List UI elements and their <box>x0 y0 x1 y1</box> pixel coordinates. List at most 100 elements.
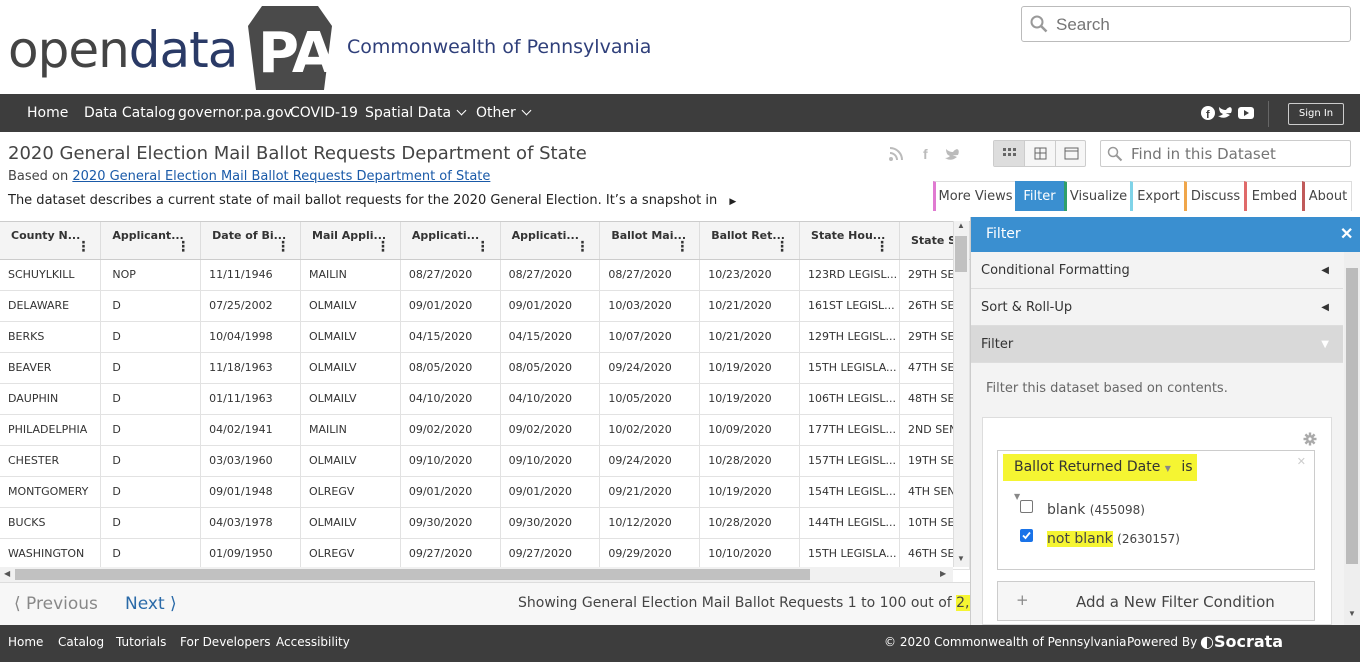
grid-view-icon[interactable] <box>994 141 1025 166</box>
column-header[interactable]: Date of Bi... ⋮ <box>200 222 301 260</box>
footer-tutorials[interactable]: Tutorials <box>116 635 166 649</box>
table-cell: 10/19/2020 <box>699 383 801 415</box>
section-conditional-formatting[interactable]: Conditional Formatting ◀ <box>971 252 1343 289</box>
nav-data-catalog[interactable]: Data Catalog <box>84 94 176 132</box>
column-header[interactable]: Ballot Mai... ⋮ <box>599 222 701 260</box>
nav-covid[interactable]: COVID-19 <box>290 94 358 132</box>
table-row[interactable]: BUCKS D 04/03/1978 OLMAILV 09/30/2020 09/30/2… <box>0 507 970 539</box>
footer-catalog[interactable]: Catalog <box>58 635 104 649</box>
nav-governor[interactable]: governor.pa.gov <box>178 94 292 132</box>
tab-more-views[interactable]: More Views <box>933 181 1015 211</box>
footer-accessibility[interactable]: Accessibility <box>276 635 350 649</box>
based-on-link[interactable]: 2020 General Election Mail Ballot Reques… <box>72 169 490 184</box>
table-row[interactable]: MONTGOMERY D 09/01/1948 OLREGV 09/01/2020 09/… <box>0 476 970 508</box>
nav-other[interactable]: Other <box>476 94 532 132</box>
table-cell: MAILIN <box>300 259 401 291</box>
table-cell: 10/10/2020 <box>699 538 801 570</box>
search-input[interactable] <box>1056 13 1336 37</box>
facebook-share-icon[interactable]: f <box>923 146 928 162</box>
column-menu-icon[interactable]: ⋮ <box>276 240 290 254</box>
list-view-icon[interactable] <box>1025 141 1056 166</box>
table-cell: 11/18/1963 <box>200 352 301 384</box>
facebook-icon[interactable]: f <box>1201 106 1215 121</box>
find-in-dataset[interactable] <box>1100 140 1351 167</box>
tab-discuss[interactable]: Discuss <box>1184 181 1244 211</box>
view-mode-buttons <box>993 140 1086 167</box>
condition-column-select[interactable]: Ballot Returned Date ▼ <box>1014 459 1171 475</box>
tab-export[interactable]: Export <box>1130 181 1184 211</box>
filter-pane-scroll-thumb[interactable] <box>1346 268 1358 564</box>
table-cell: OLMAILV <box>300 352 401 384</box>
horizontal-scroll-thumb[interactable] <box>15 569 810 580</box>
next-button[interactable]: Next ⟩ <box>125 594 177 614</box>
tab-visualize[interactable]: Visualize <box>1064 181 1130 211</box>
table-cell: 09/24/2020 <box>599 352 701 384</box>
vertical-scrollbar[interactable]: ▲ ▼ <box>953 221 969 567</box>
table-row[interactable]: BEAVER D 11/18/1963 OLMAILV 08/05/2020 08/05/… <box>0 352 970 384</box>
column-menu-icon[interactable]: ⋮ <box>775 240 789 254</box>
table-cell: OLMAILV <box>300 445 401 477</box>
opendatapa-logo[interactable]: opendata PA <box>8 6 335 90</box>
table-row[interactable]: BERKS D 10/04/1998 OLMAILV 04/15/2020 04/15/2… <box>0 321 970 353</box>
table-cell: 09/01/1948 <box>200 476 301 508</box>
column-header[interactable]: Applicati... ⋮ <box>400 222 501 260</box>
table-row[interactable]: DAUPHIN D 01/11/1963 OLMAILV 04/10/2020 04/10… <box>0 383 970 415</box>
column-menu-icon[interactable]: ⋮ <box>376 240 390 254</box>
socrata-logo[interactable]: ◐Socrata <box>1200 632 1283 651</box>
column-header[interactable]: County N... ⋮ <box>0 222 102 260</box>
scroll-left-icon[interactable]: ◀ <box>4 569 10 578</box>
column-menu-icon[interactable]: ⋮ <box>476 240 490 254</box>
column-header[interactable]: Ballot Ret... ⋮ <box>699 222 801 260</box>
nav-home[interactable]: Home <box>27 94 68 132</box>
blank-label: blank <box>1047 502 1086 518</box>
table-row[interactable]: WASHINGTON D 01/09/1950 OLREGV 09/27/2020 09/… <box>0 538 970 570</box>
not-blank-checkbox[interactable] <box>1020 529 1033 542</box>
section-sort-rollup[interactable]: Sort & Roll-Up ◀ <box>971 289 1343 326</box>
nav-spatial-data[interactable]: Spatial Data <box>365 94 467 132</box>
find-input[interactable] <box>1131 145 1341 163</box>
close-icon[interactable]: ✕ <box>1340 224 1353 244</box>
twitter-share-icon[interactable] <box>945 149 959 160</box>
site-search[interactable] <box>1021 6 1351 42</box>
column-menu-icon[interactable]: ⋮ <box>76 240 90 254</box>
sign-in-button[interactable]: Sign In <box>1288 103 1344 125</box>
remove-condition-icon[interactable]: ✕ <box>1297 455 1306 468</box>
column-header[interactable]: State Hou... ⋮ <box>799 222 900 260</box>
table-row[interactable]: CHESTER D 03/03/1960 OLMAILV 09/10/2020 09/10… <box>0 445 970 477</box>
site-footer: Home Catalog Tutorials For Developers Ac… <box>0 625 1360 662</box>
tab-embed[interactable]: Embed <box>1244 181 1302 211</box>
table-row[interactable]: DELAWARE D 07/25/2002 OLMAILV 09/01/2020 09/0… <box>0 290 970 322</box>
column-header[interactable]: Mail Appli... ⋮ <box>300 222 401 260</box>
scroll-down-icon[interactable]: ▼ <box>957 554 965 563</box>
column-header[interactable]: Applicati... ⋮ <box>500 222 601 260</box>
footer-home[interactable]: Home <box>8 635 43 649</box>
footer-developers[interactable]: For Developers <box>180 635 271 649</box>
table-row[interactable]: PHILADELPHIA D 04/02/1941 MAILIN 09/02/2020 0… <box>0 414 970 446</box>
column-menu-icon[interactable]: ⋮ <box>176 240 190 254</box>
column-menu-icon[interactable]: ⋮ <box>875 240 889 254</box>
column-menu-icon[interactable]: ⋮ <box>675 240 689 254</box>
tab-filter[interactable]: Filter <box>1015 181 1064 211</box>
page-view-icon[interactable] <box>1056 141 1087 166</box>
section-filter[interactable]: Filter ▼ <box>971 326 1343 363</box>
scroll-up-icon[interactable]: ▲ <box>957 221 965 230</box>
rss-icon[interactable] <box>889 147 903 161</box>
column-header[interactable]: Applicant... ⋮ <box>100 222 202 260</box>
vertical-scroll-thumb[interactable] <box>955 236 967 272</box>
table-row[interactable]: SCHUYLKILL NOP 11/11/1946 MAILIN 08/27/2020 0… <box>0 259 970 291</box>
previous-button[interactable]: ⟨ Previous <box>14 594 98 614</box>
twitter-icon[interactable] <box>1218 107 1232 118</box>
table-cell: 11/11/1946 <box>200 259 301 291</box>
scroll-down-icon[interactable]: ▼ <box>1348 609 1356 618</box>
section-label: Sort & Roll-Up <box>981 300 1073 315</box>
table-cell: 177TH LEGISL... <box>799 414 900 446</box>
column-menu-icon[interactable]: ⋮ <box>575 240 589 254</box>
youtube-icon[interactable] <box>1238 107 1254 119</box>
gear-icon[interactable] <box>1303 432 1317 446</box>
table-cell: 123RD LEGISL... <box>799 259 900 291</box>
blank-checkbox[interactable] <box>1020 500 1033 513</box>
scroll-right-icon[interactable]: ▶ <box>940 569 946 578</box>
tab-about[interactable]: About <box>1302 181 1352 211</box>
add-filter-condition-button[interactable]: + Add a New Filter Condition <box>997 581 1315 621</box>
expand-arrow-icon[interactable]: ▶ <box>729 197 736 207</box>
